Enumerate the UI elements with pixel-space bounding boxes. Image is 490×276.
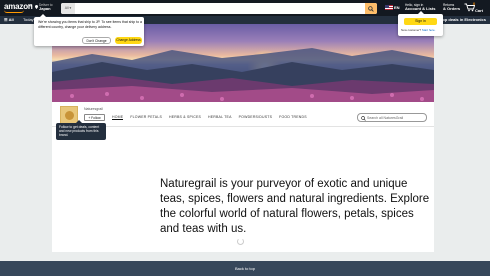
new-customer-label: New customer? [401,28,422,32]
us-flag-icon[interactable] [385,5,393,10]
search-button[interactable] [365,3,377,14]
sign-in-button[interactable]: Sign in [404,18,437,25]
deliver-country: Japan [39,6,51,11]
location-message: We're showing you items that ship to JP.… [38,20,142,29]
cart-label: Cart [475,8,484,13]
search-category-dropdown[interactable]: All ▾ [61,3,75,14]
new-customer-text: New customer? Start here. [401,28,441,32]
follow-button[interactable]: + Follow [84,114,105,121]
all-menu-button[interactable]: ☰ All [4,17,14,22]
search-input[interactable] [76,3,364,14]
hamburger-icon: ☰ [4,17,8,22]
signin-popover: Sign in New customer? Start here. [398,11,443,36]
search-icon [368,6,374,12]
tab-food-trends[interactable]: FOOD TRENDS [279,115,307,120]
electronics-promo-link[interactable]: Shop deals in Electronics [437,17,486,22]
divider [52,126,434,127]
change-address-button[interactable]: Change Address [115,37,142,44]
orders-label: & Orders [443,6,461,11]
cart-count: 0 [473,1,476,6]
follow-tooltip: Follow to get deals, content and new pro… [56,120,106,140]
all-menu-label: All [8,17,14,22]
store-search-input[interactable]: Search all NaturesGrail [357,113,427,122]
tab-herbal-tea[interactable]: HERBAL TEA [208,115,232,120]
location-pin-icon [35,5,38,9]
follow-tooltip-line: brand. [59,133,69,138]
tab-home[interactable]: HOME [112,115,124,120]
start-here-link[interactable]: Start here. [422,28,436,32]
tab-herbs-spices[interactable]: HERBS & SPICES [169,115,201,120]
back-to-top-bar[interactable]: Back to top [0,261,490,276]
deliver-to-text: Deliver to Japan [39,3,52,11]
dont-change-button[interactable]: Don't Change [82,37,111,44]
language-selector[interactable]: EN [394,5,400,10]
search-category-label: All [64,6,69,10]
store-search-placeholder: Search all NaturesGrail [367,116,404,120]
brand-name[interactable]: Naturesgrail [84,107,103,111]
search-bar: All ▾ [61,3,377,14]
returns-orders-link[interactable]: Returns & Orders [443,3,460,11]
tab-flower-petals[interactable]: FLOWER PETALS [130,115,162,120]
store-headline: Naturegrail is your purveyor of exotic a… [160,178,430,235]
location-popover: We're showing you items that ship to JP.… [34,14,144,46]
store-nav-tabs: HOME FLOWER PETALS HERBS & SPICES HERBAL… [112,115,307,120]
search-icon [361,116,366,121]
logo-suffix: .sg [27,2,33,7]
brand-store: Naturesgrail + Follow HOME FLOWER PETALS… [52,24,434,252]
tab-powders-dusts[interactable]: POWDERS/DUSTS [239,115,273,120]
account-menu[interactable]: Hello, sign in Account & Lists [405,3,435,11]
back-to-top-label: Back to top [234,266,255,271]
logo-smile-icon [4,10,24,13]
loading-spinner-icon [237,238,244,245]
